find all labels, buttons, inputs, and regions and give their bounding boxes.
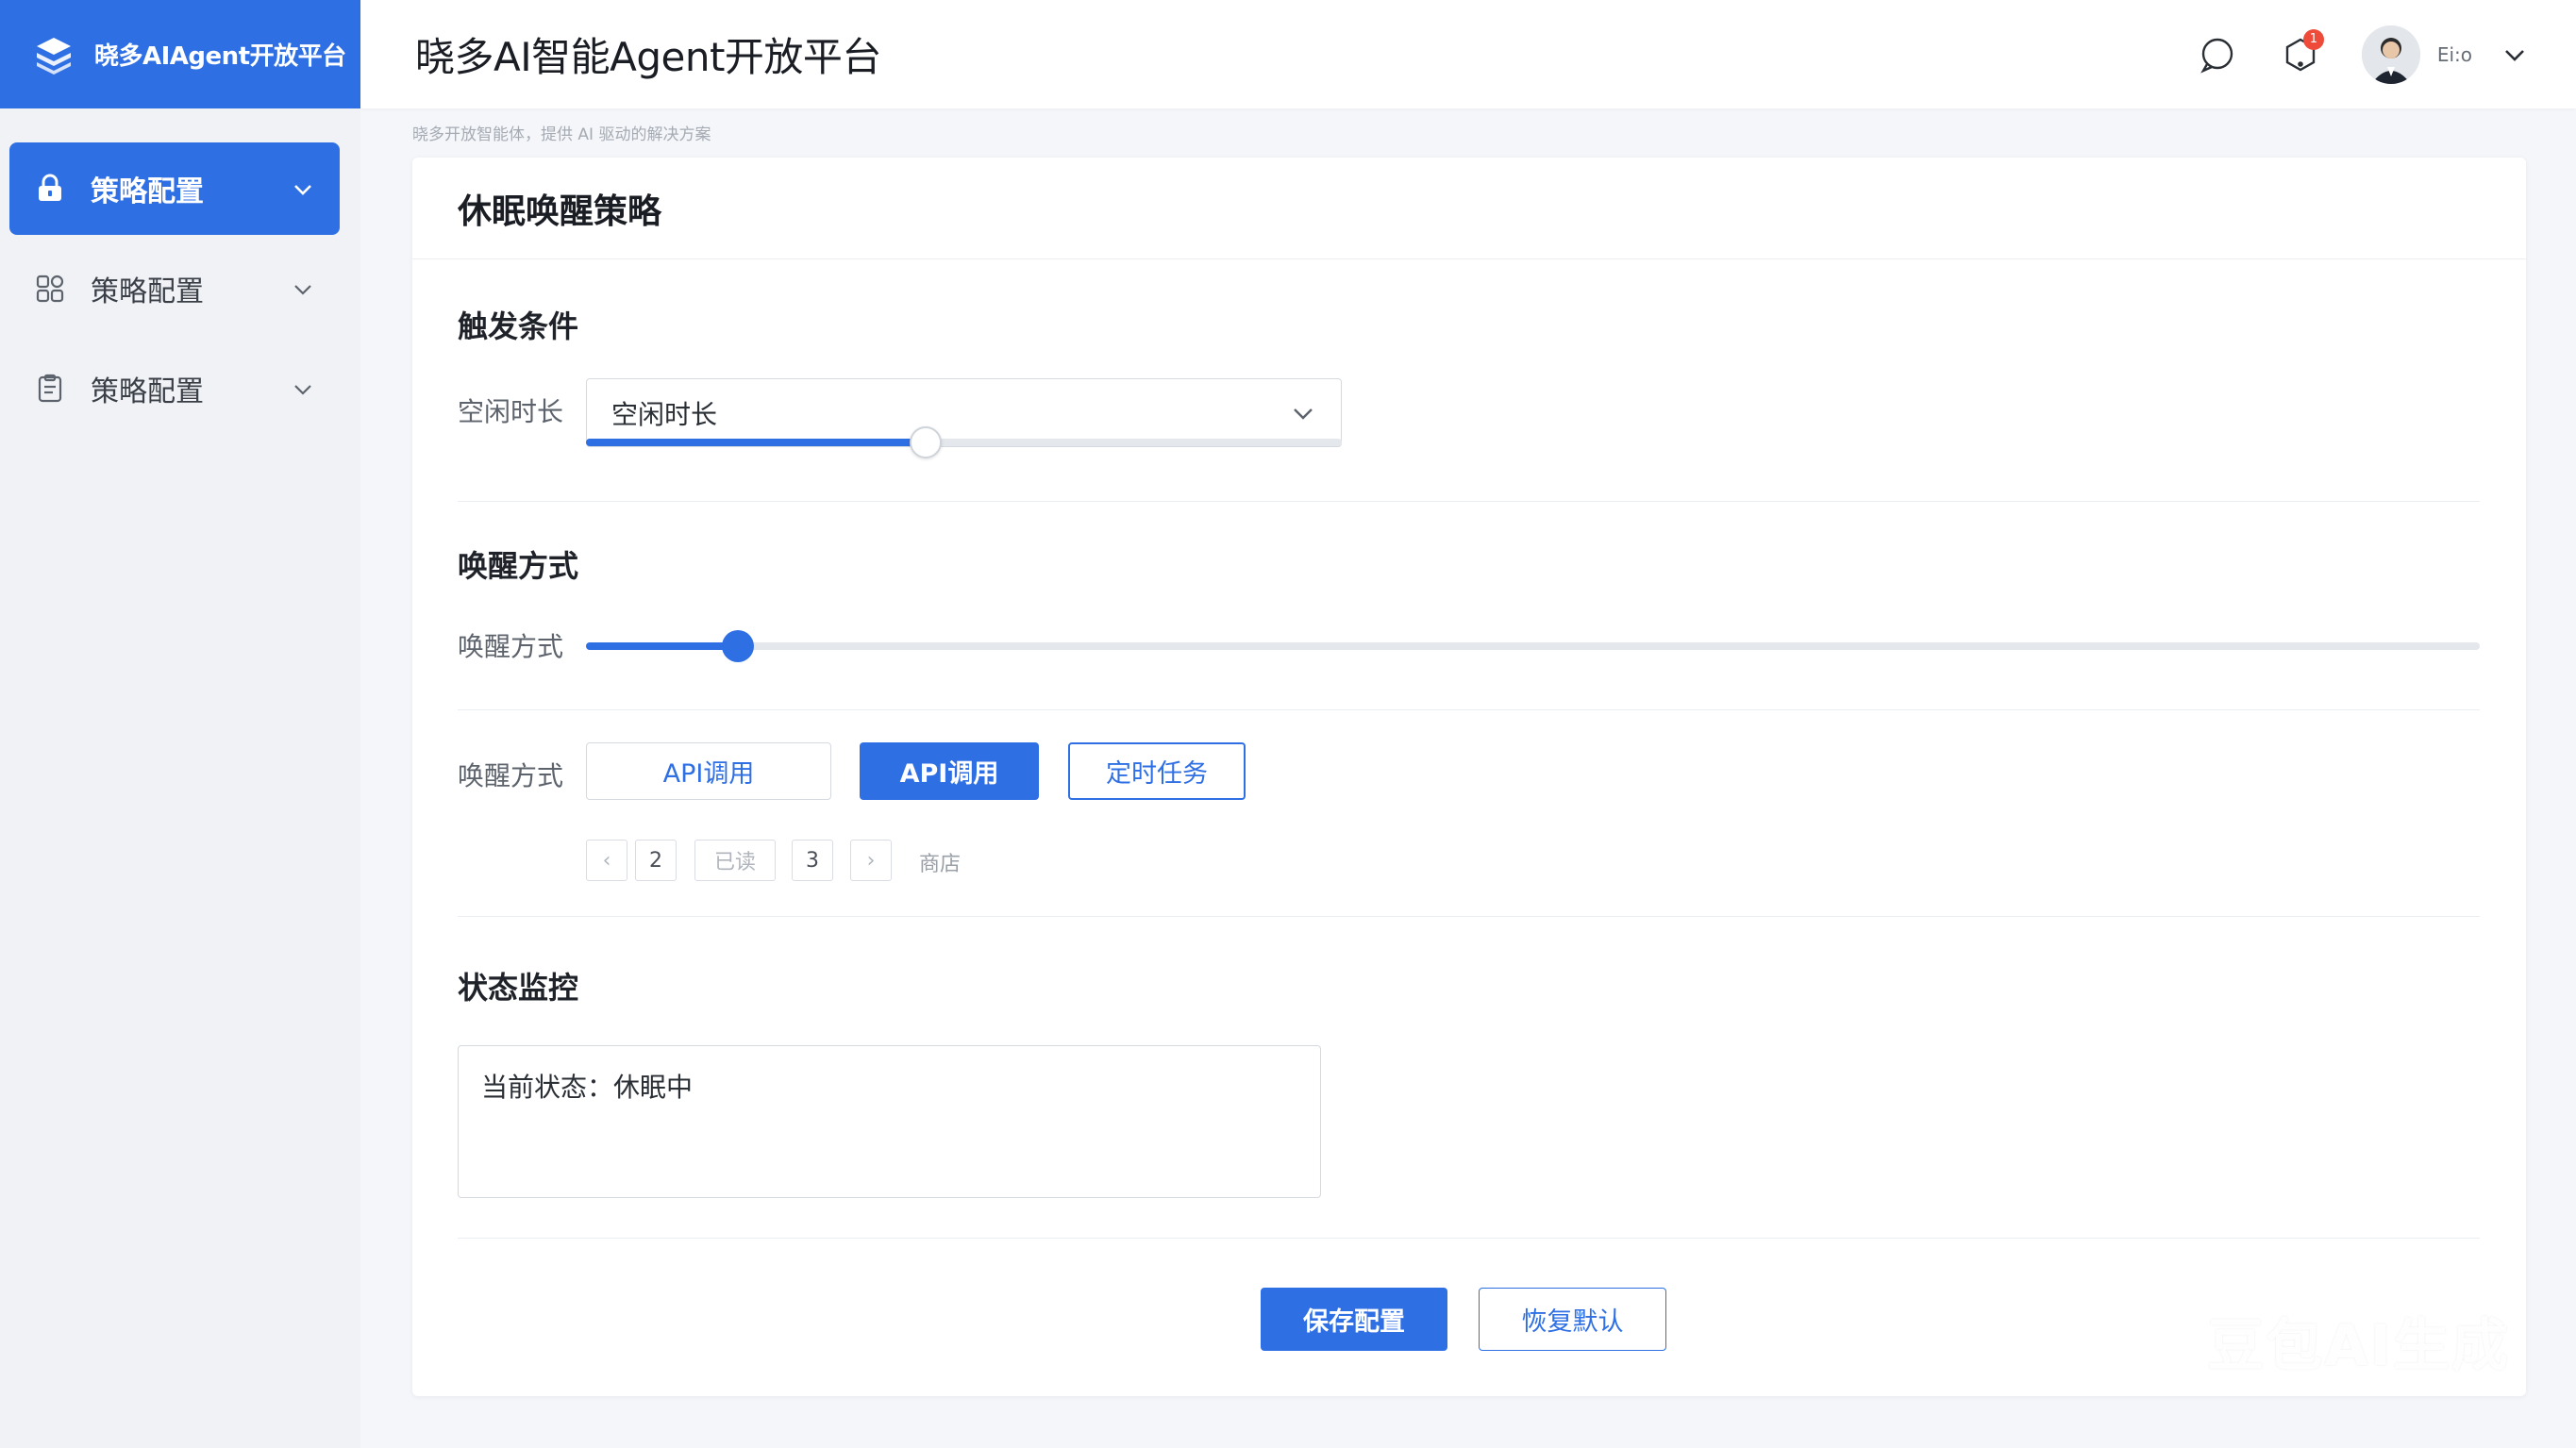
divider xyxy=(458,916,2480,917)
idle-duration-slider[interactable] xyxy=(586,426,1342,458)
wake-section-title: 唤醒方式 xyxy=(458,548,579,584)
watermark: 豆包AI生成 xyxy=(2207,1313,2510,1379)
wake-method-slider[interactable] xyxy=(586,630,2480,662)
sidebar-item-label: 策略配置 xyxy=(91,275,204,308)
stack-logo-icon xyxy=(32,33,75,76)
chevron-down-icon xyxy=(291,276,315,301)
save-config-button[interactable]: 保存配置 xyxy=(1261,1288,1447,1351)
sidebar-item-strategy-1[interactable]: 策略配置 xyxy=(9,142,340,235)
brand-name: 晓多AIAgent开放平台 xyxy=(94,42,346,71)
username[interactable]: Ei:o xyxy=(2437,43,2472,66)
wake-slider-label: 唤醒方式 xyxy=(458,631,564,662)
chevron-down-icon[interactable] xyxy=(2501,33,2529,76)
divider xyxy=(458,501,2480,502)
slider-fill xyxy=(586,642,738,650)
pager-prev-button[interactable]: ‹ xyxy=(586,840,627,881)
idle-duration-select[interactable]: 空闲时长 xyxy=(586,378,1342,447)
chat-bubble-icon[interactable] xyxy=(2196,33,2239,76)
api-call-selected-button[interactable]: API调用 xyxy=(860,742,1039,800)
sidebar-item-strategy-3[interactable]: 策略配置 xyxy=(9,342,340,435)
scheduled-task-button[interactable]: 定时任务 xyxy=(1068,742,1246,800)
page-title: 晓多AI智能Agent开放平台 xyxy=(415,34,881,80)
trigger-section-title: 触发条件 xyxy=(458,308,579,344)
divider xyxy=(458,1238,2480,1239)
card-header: 休眠唤醒策略 xyxy=(412,158,2526,259)
clipboard-icon xyxy=(34,373,66,405)
pager-page-2[interactable]: 2 xyxy=(635,840,677,881)
hint-text: 晓多开放智能体，提供 AI 驱动的解决方案 xyxy=(412,125,711,144)
notification-bell-icon[interactable]: 1 xyxy=(2279,28,2324,76)
idle-duration-label: 空闲时长 xyxy=(458,396,564,427)
monitor-section-title: 状态监控 xyxy=(458,970,579,1006)
sidebar-item-label: 策略配置 xyxy=(91,375,204,408)
lock-icon xyxy=(34,173,66,205)
status-display: 当前状态：休眠中 xyxy=(458,1045,1321,1198)
pager-after-text: 商店 xyxy=(919,853,962,876)
select-value: 空闲时长 xyxy=(611,399,718,430)
sidebar-item-label: 策略配置 xyxy=(91,175,204,208)
grid-icon xyxy=(34,273,66,305)
pager-page-3[interactable]: 3 xyxy=(792,840,833,881)
notification-badge: 1 xyxy=(2302,28,2324,50)
user-avatar[interactable] xyxy=(2361,25,2420,84)
header-actions: 1 Ei:o xyxy=(2196,0,2529,108)
pager-status[interactable]: 已读 xyxy=(694,840,776,881)
api-call-button[interactable]: API调用 xyxy=(586,742,831,800)
card-title: 休眠唤醒策略 xyxy=(458,191,662,231)
slider-thumb[interactable] xyxy=(910,426,942,458)
chevron-down-icon xyxy=(1290,400,1316,426)
brand-bar[interactable]: 晓多AIAgent开放平台 xyxy=(0,0,360,108)
restore-default-button[interactable]: 恢复默认 xyxy=(1479,1288,1666,1351)
current-status-text: 当前状态：休眠中 xyxy=(481,1072,694,1103)
wake-method-label: 唤醒方式 xyxy=(458,760,564,791)
chevron-down-icon xyxy=(291,176,315,201)
pager-next-button[interactable]: › xyxy=(850,840,892,881)
chevron-down-icon xyxy=(291,376,315,401)
strategy-card: 休眠唤醒策略 触发条件 空闲时长 空闲时长 唤醒方式 唤醒方式 唤醒方式 API… xyxy=(412,158,2526,1396)
sidebar: 晓多AIAgent开放平台 策略配置 策略配置 策略配置 xyxy=(0,0,360,1448)
slider-thumb[interactable] xyxy=(722,630,754,662)
top-header: 晓多AI智能Agent开放平台 1 Ei:o xyxy=(360,0,2576,108)
divider xyxy=(458,709,2480,710)
sidebar-menu: 策略配置 策略配置 策略配置 xyxy=(0,108,360,435)
sidebar-item-strategy-2[interactable]: 策略配置 xyxy=(9,242,340,335)
slider-fill xyxy=(586,439,926,446)
